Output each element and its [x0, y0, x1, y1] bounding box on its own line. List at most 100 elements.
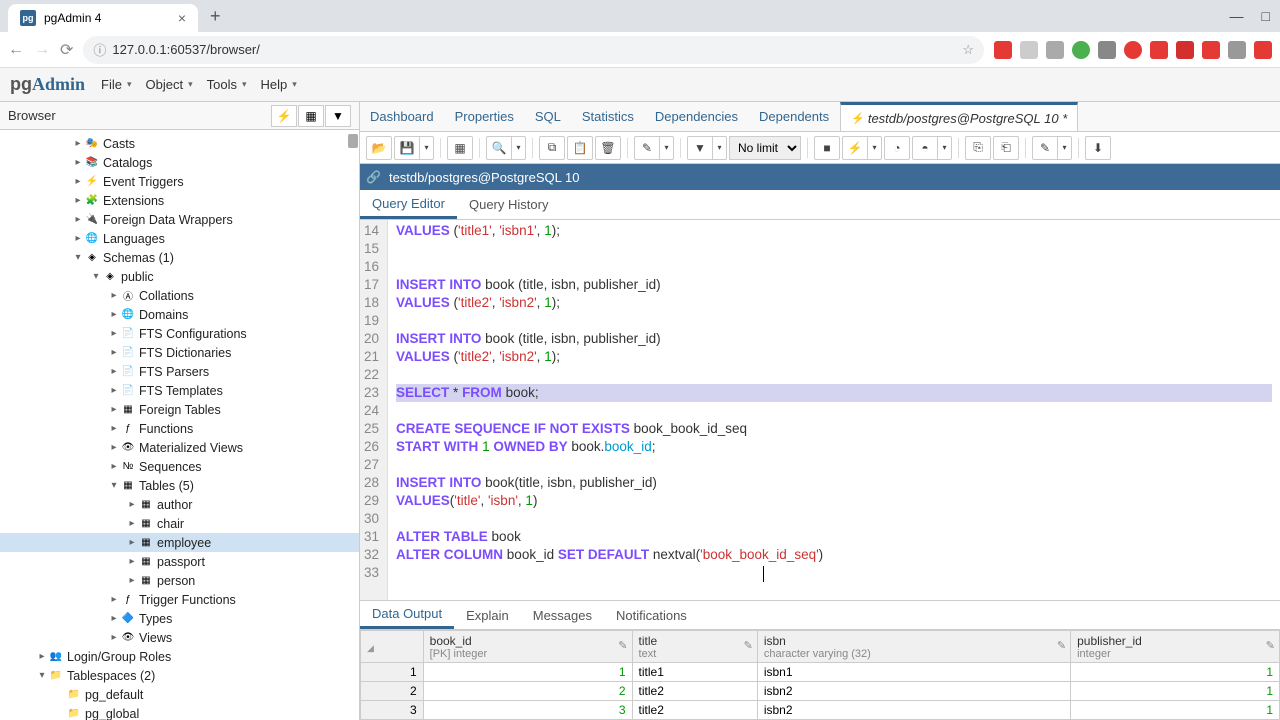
tab-sql[interactable]: SQL [525, 102, 572, 131]
code-area[interactable]: VALUES ('title1', 'isbn1', 1);INSERT INT… [388, 220, 1280, 600]
column-header[interactable]: titletext✎ [632, 631, 757, 663]
tree-item[interactable]: ·📁pg_default [0, 685, 359, 704]
chevron-icon[interactable]: ▸ [108, 613, 120, 624]
chevron-icon[interactable]: ▸ [126, 556, 138, 567]
tree-item[interactable]: ▾📁Tablespaces (2) [0, 666, 359, 685]
execute-dropdown-icon[interactable]: ▾ [868, 136, 882, 160]
chevron-icon[interactable]: ▸ [108, 632, 120, 643]
chevron-icon[interactable]: ▸ [108, 385, 120, 396]
column-header[interactable]: book_id[PK] integer✎ [423, 631, 632, 663]
tree-item[interactable]: ▸ⒶCollations [0, 286, 359, 305]
chevron-icon[interactable]: ▸ [108, 594, 120, 605]
paste-icon[interactable]: 📋 [567, 136, 593, 160]
menu-help[interactable]: Help [255, 73, 303, 96]
chevron-icon[interactable]: ▸ [72, 233, 84, 244]
address-bar[interactable]: ⓘ 127.0.0.1:60537/browser/ ☆ [83, 36, 984, 64]
tree-item[interactable]: ▸📚Catalogs [0, 153, 359, 172]
chevron-icon[interactable]: ▸ [108, 442, 120, 453]
delete-icon[interactable]: 🗑 [595, 136, 621, 160]
tree-item[interactable]: ▸👥Login/Group Roles [0, 647, 359, 666]
ext-icon[interactable] [994, 41, 1012, 59]
ext-icon[interactable] [1020, 41, 1038, 59]
ext-icon[interactable] [1072, 41, 1090, 59]
explain-analyze-icon[interactable]: ◓ [912, 136, 938, 160]
new-tab-button[interactable]: + [210, 6, 221, 27]
filter-dropdown-icon[interactable]: ▾ [713, 136, 727, 160]
tree-item[interactable]: ▸ƒFunctions [0, 419, 359, 438]
result-tab-notifications[interactable]: Notifications [604, 601, 699, 629]
search-icon[interactable]: 🔍 [486, 136, 512, 160]
ext-icon[interactable] [1228, 41, 1246, 59]
clear-icon[interactable]: ✎ [1032, 136, 1058, 160]
ext-icon[interactable] [1046, 41, 1064, 59]
bolt-icon[interactable]: ⚡ [271, 105, 297, 127]
tree-item[interactable]: ▸📄FTS Dictionaries [0, 343, 359, 362]
tree-item[interactable]: ▸ƒTrigger Functions [0, 590, 359, 609]
table-row[interactable]: 11title1isbn11 [361, 663, 1280, 682]
tree-item[interactable]: ▸⚡Event Triggers [0, 172, 359, 191]
sql-editor[interactable]: 1415161718192021222324252627282930313233… [360, 220, 1280, 600]
chevron-icon[interactable]: ▾ [108, 480, 120, 491]
menu-file[interactable]: File [95, 73, 137, 96]
tab-statistics[interactable]: Statistics [572, 102, 645, 131]
tree-item[interactable]: ▸🧩Extensions [0, 191, 359, 210]
chevron-icon[interactable]: ▸ [108, 461, 120, 472]
chevron-icon[interactable]: ▸ [72, 214, 84, 225]
column-header[interactable]: publisher_idinteger✎ [1071, 631, 1280, 663]
clear-dropdown-icon[interactable]: ▾ [1058, 136, 1072, 160]
tree-item[interactable]: ▸▦chair [0, 514, 359, 533]
chevron-icon[interactable]: ▸ [72, 176, 84, 187]
chevron-icon[interactable]: ▸ [108, 366, 120, 377]
chevron-icon[interactable]: ▸ [72, 195, 84, 206]
explain-icon[interactable]: ◔ [884, 136, 910, 160]
result-grid[interactable]: book_id[PK] integer✎titletext✎isbncharac… [360, 630, 1280, 720]
chevron-icon[interactable]: ▸ [126, 575, 138, 586]
save-data-icon[interactable]: ▦ [447, 136, 473, 160]
chevron-icon[interactable]: ▸ [108, 423, 120, 434]
back-icon[interactable]: ← [8, 41, 24, 59]
ext-icon[interactable] [1176, 41, 1194, 59]
tree-item[interactable]: ▸▦Foreign Tables [0, 400, 359, 419]
chevron-icon[interactable]: ▸ [72, 157, 84, 168]
chevron-icon[interactable]: ▸ [108, 309, 120, 320]
result-tab-messages[interactable]: Messages [521, 601, 604, 629]
filter-icon[interactable]: ▼ [325, 105, 351, 127]
menu-object[interactable]: Object [140, 73, 199, 96]
close-icon[interactable]: × [178, 10, 186, 26]
open-file-icon[interactable]: 📂 [366, 136, 392, 160]
tree-item[interactable]: ▸▦passport [0, 552, 359, 571]
tree-item[interactable]: ▸▦person [0, 571, 359, 590]
explain-dropdown-icon[interactable]: ▾ [938, 136, 952, 160]
subtab-query-editor[interactable]: Query Editor [360, 190, 457, 219]
tab-properties[interactable]: Properties [445, 102, 525, 131]
ext-icon[interactable] [1124, 41, 1142, 59]
subtab-query-history[interactable]: Query History [457, 190, 560, 219]
minimize-icon[interactable]: — [1230, 8, 1244, 24]
reload-icon[interactable]: ⟳ [60, 40, 73, 60]
column-header[interactable]: isbncharacter varying (32)✎ [757, 631, 1070, 663]
tree-item[interactable]: ▸📄FTS Configurations [0, 324, 359, 343]
tab-dependencies[interactable]: Dependencies [645, 102, 749, 131]
chevron-icon[interactable]: ▾ [90, 271, 102, 282]
table-row[interactable]: 33title2isbn21 [361, 701, 1280, 720]
commit-icon[interactable]: ⎘ [965, 136, 991, 160]
chevron-icon[interactable]: ▾ [72, 252, 84, 263]
edit-dropdown-icon[interactable]: ▾ [660, 136, 674, 160]
tree-item[interactable]: ▾▦Tables (5) [0, 476, 359, 495]
search-dropdown-icon[interactable]: ▾ [512, 136, 526, 160]
tree-item[interactable]: ▸▦employee [0, 533, 359, 552]
tab-dependents[interactable]: Dependents [749, 102, 840, 131]
chevron-icon[interactable]: ▸ [108, 404, 120, 415]
chevron-icon[interactable]: ▸ [126, 499, 138, 510]
copy-icon[interactable]: ⧉ [539, 136, 565, 160]
tree-item[interactable]: ▸👁Materialized Views [0, 438, 359, 457]
filter-icon[interactable]: ▼ [687, 136, 713, 160]
ext-icon[interactable] [1150, 41, 1168, 59]
row-header[interactable] [361, 631, 424, 663]
tree-item[interactable]: ▸📄FTS Parsers [0, 362, 359, 381]
tree-item[interactable]: ▸🔷Types [0, 609, 359, 628]
table-row[interactable]: 22title2isbn21 [361, 682, 1280, 701]
forward-icon[interactable]: → [34, 41, 50, 59]
tab-query-tool[interactable]: testdb/postgres@PostgreSQL 10 * [840, 102, 1078, 131]
result-tab-explain[interactable]: Explain [454, 601, 521, 629]
